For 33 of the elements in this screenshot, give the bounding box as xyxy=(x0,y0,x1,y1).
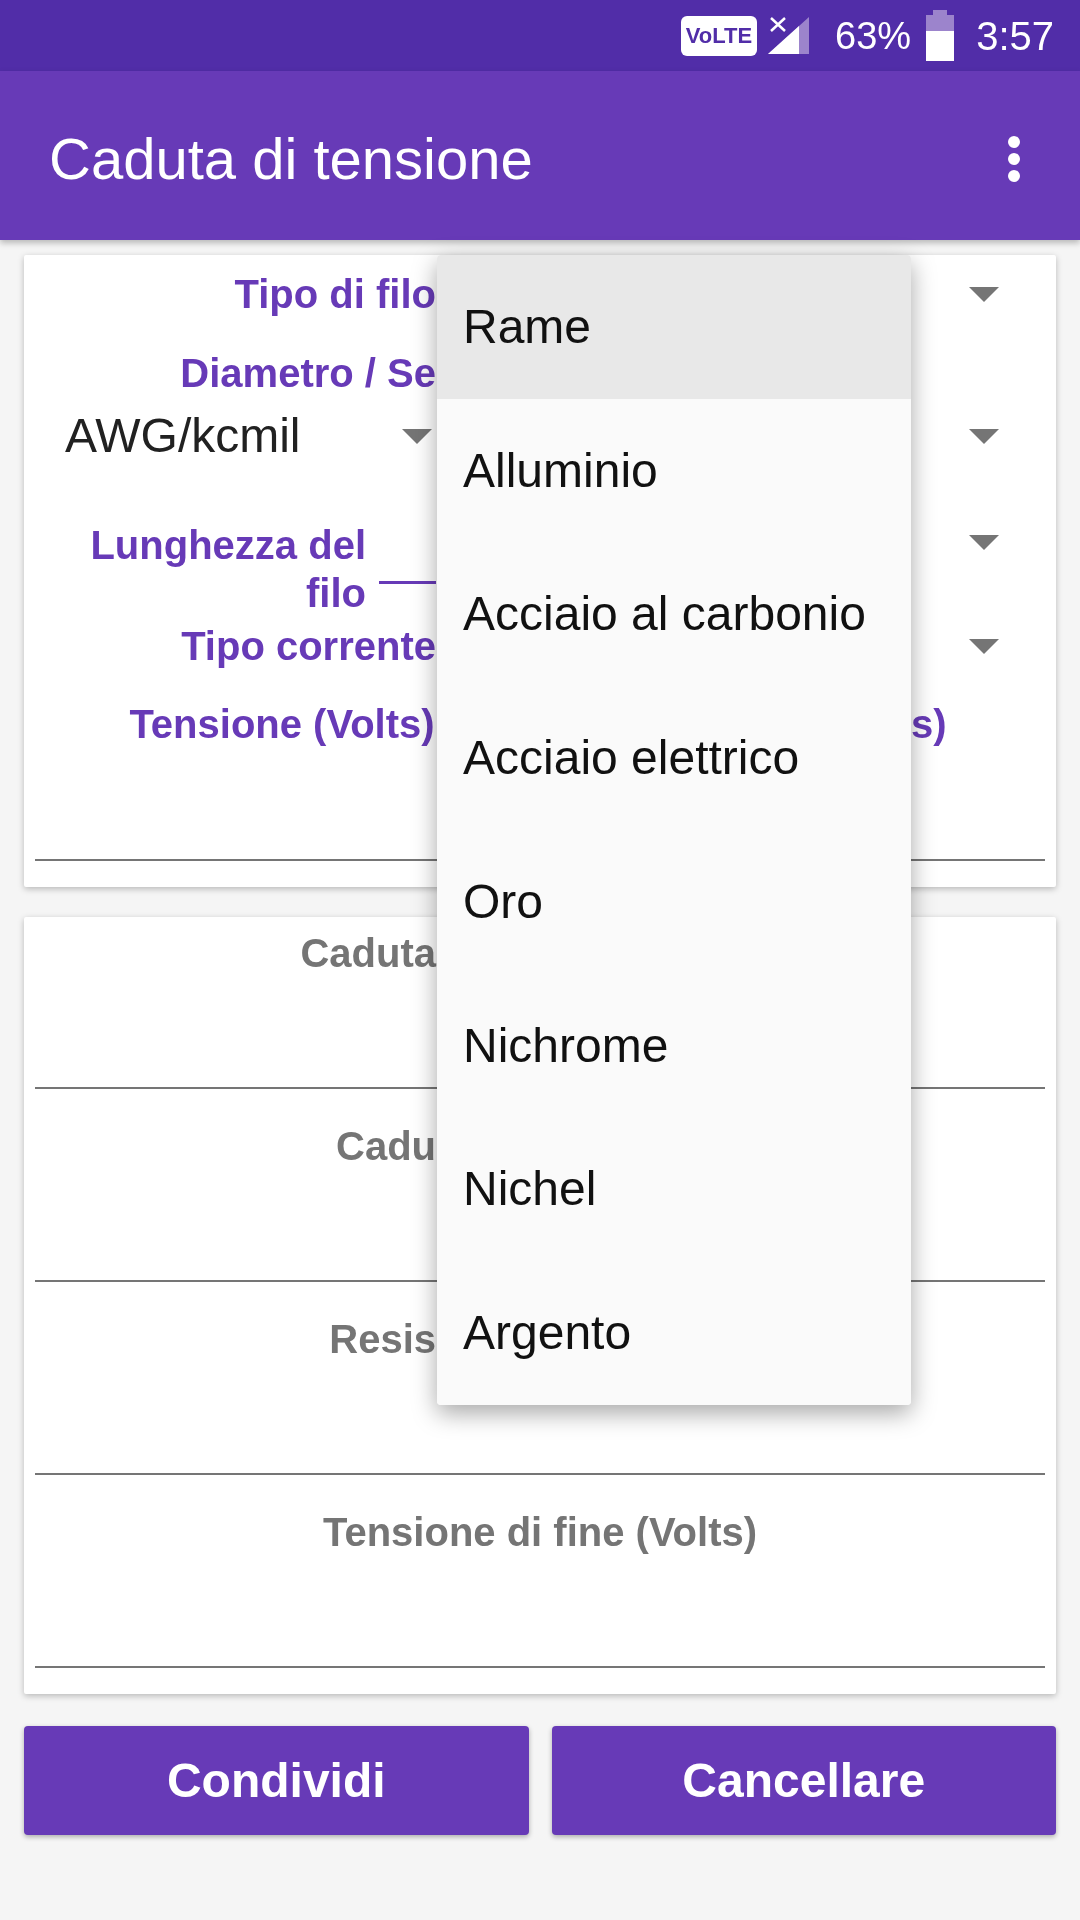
dropdown-option[interactable]: Nichrome xyxy=(437,973,911,1118)
result-label: Cadu xyxy=(336,1126,436,1166)
result-label: Resis xyxy=(329,1319,436,1359)
field-label: s) xyxy=(911,704,947,744)
dropdown-option[interactable]: Nichel xyxy=(437,1117,911,1262)
dropdown-option[interactable]: Rame xyxy=(437,255,911,399)
caret-down-icon[interactable] xyxy=(969,535,999,550)
caret-down-icon[interactable] xyxy=(969,286,999,302)
gauge-unit-select[interactable]: AWG/kcmil xyxy=(65,412,432,460)
field-label: Tipo corrente xyxy=(181,626,436,666)
field-label: Lunghezza del filo xyxy=(89,522,366,617)
result-label: Caduta xyxy=(300,933,436,973)
dropdown-option[interactable]: Argento xyxy=(437,1261,911,1405)
dropdown-option[interactable]: Acciaio elettrico xyxy=(437,686,911,830)
volte-indicator: VoLTE xyxy=(680,15,758,56)
app-title: Caduta di tensione xyxy=(49,129,533,188)
field-label: Diametro / Se xyxy=(180,353,436,393)
no-signal-icon xyxy=(768,17,810,54)
dropdown-option[interactable]: Acciaio al carbonio xyxy=(437,542,911,687)
clear-button[interactable]: Cancellare xyxy=(551,1726,1056,1835)
caret-down-icon xyxy=(402,428,432,444)
battery-percentage: 63% xyxy=(835,16,912,55)
battery-icon xyxy=(926,10,955,61)
dropdown-option[interactable]: Alluminio xyxy=(437,398,911,543)
caret-down-icon[interactable] xyxy=(969,428,999,444)
three-dots-icon[interactable] xyxy=(1007,135,1021,182)
field-label: Tipo di filo xyxy=(234,274,436,314)
field-label: Tensione (Volts) xyxy=(129,704,435,744)
result-label: Tensione di fine (Volts) xyxy=(322,1512,758,1552)
caret-down-icon[interactable] xyxy=(969,638,999,654)
clock: 3:57 xyxy=(976,15,1054,56)
share-button[interactable]: Condividi xyxy=(24,1726,529,1835)
dropdown-option[interactable]: Oro xyxy=(437,830,911,974)
